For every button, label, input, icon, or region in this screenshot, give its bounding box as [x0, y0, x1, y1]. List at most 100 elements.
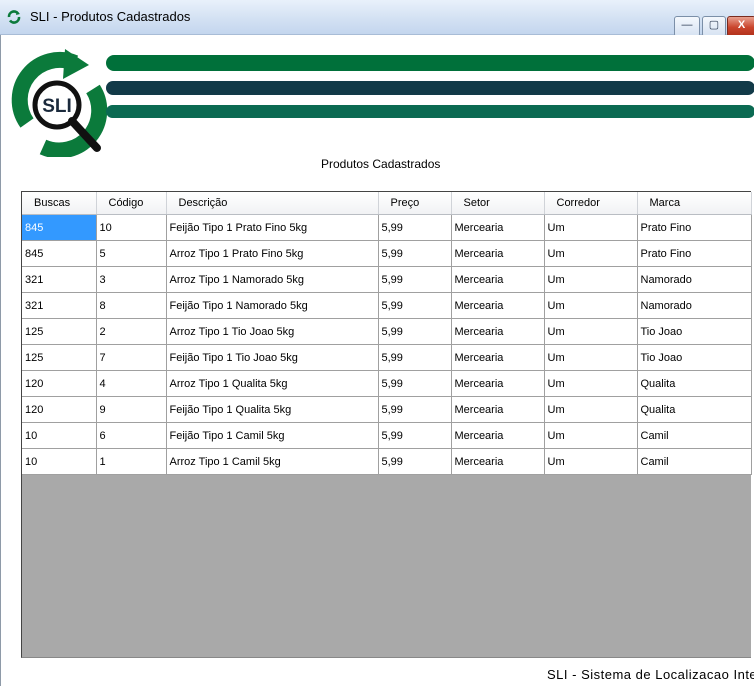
column-header-marca[interactable]: Marca: [637, 192, 752, 215]
column-header-buscas[interactable]: Buscas: [22, 192, 97, 215]
cell-descricao[interactable]: Arroz Tipo 1 Qualita 5kg: [166, 370, 379, 397]
cell-corredor[interactable]: Um: [544, 240, 638, 267]
cell-preco[interactable]: 5,99: [378, 396, 452, 423]
cell-corredor[interactable]: Um: [544, 396, 638, 423]
cell-preco[interactable]: 5,99: [378, 214, 452, 241]
cell-codigo[interactable]: 8: [96, 292, 167, 319]
column-header-preco[interactable]: Preço: [378, 192, 452, 215]
client-area: SLI Produtos Cadastrados Buscas Código Des…: [0, 35, 754, 686]
cell-corredor[interactable]: Um: [544, 266, 638, 293]
cell-codigo[interactable]: 3: [96, 266, 167, 293]
cell-setor[interactable]: Mercearia: [451, 292, 545, 319]
cell-corredor[interactable]: Um: [544, 422, 638, 449]
column-header-setor[interactable]: Setor: [451, 192, 545, 215]
cell-preco[interactable]: 5,99: [378, 266, 452, 293]
sli-logo: SLI: [11, 49, 108, 157]
cell-marca[interactable]: Namorado: [637, 292, 752, 319]
cell-buscas[interactable]: 321: [22, 266, 97, 293]
close-button[interactable]: X: [727, 16, 754, 37]
column-header-codigo[interactable]: Código: [96, 192, 167, 215]
cell-buscas[interactable]: 10: [22, 448, 97, 475]
cell-setor[interactable]: Mercearia: [451, 266, 545, 293]
table-row[interactable]: 125 2 Arroz Tipo 1 Tio Joao 5kg 5,99 Mercear…: [22, 318, 752, 345]
cell-corredor[interactable]: Um: [544, 344, 638, 371]
cell-setor[interactable]: Mercearia: [451, 344, 545, 371]
cell-marca[interactable]: Prato Fino: [637, 214, 752, 241]
cell-setor[interactable]: Mercearia: [451, 370, 545, 397]
cell-marca[interactable]: Tio Joao: [637, 318, 752, 345]
table-row[interactable]: 120 4 Arroz Tipo 1 Qualita 5kg 5,99 Merceari…: [22, 370, 752, 397]
cell-codigo[interactable]: 9: [96, 396, 167, 423]
maximize-icon: ▢: [708, 19, 720, 31]
cell-marca[interactable]: Qualita: [637, 396, 752, 423]
cell-descricao[interactable]: Feijão Tipo 1 Qualita 5kg: [166, 396, 379, 423]
cell-descricao[interactable]: Arroz Tipo 1 Prato Fino 5kg: [166, 240, 379, 267]
cell-marca[interactable]: Tio Joao: [637, 344, 752, 371]
table-row[interactable]: 10 1 Arroz Tipo 1 Camil 5kg 5,99 Mercearia Um…: [22, 448, 752, 475]
cell-descricao[interactable]: Arroz Tipo 1 Namorado 5kg: [166, 266, 379, 293]
cell-codigo[interactable]: 1: [96, 448, 167, 475]
title-bar[interactable]: SLI - Produtos Cadastrados — ▢ X: [0, 0, 754, 37]
cell-corredor[interactable]: Um: [544, 318, 638, 345]
cell-buscas[interactable]: 120: [22, 396, 97, 423]
minimize-button[interactable]: —: [674, 16, 700, 37]
column-header-corredor[interactable]: Corredor: [544, 192, 638, 215]
cell-descricao[interactable]: Arroz Tipo 1 Camil 5kg: [166, 448, 379, 475]
products-table: Buscas Código Descrição Preço Setor Corredor M…: [22, 192, 752, 475]
cell-preco[interactable]: 5,99: [378, 292, 452, 319]
app-window: SLI - Produtos Cadastrados — ▢ X SLI Pro…: [0, 0, 754, 686]
table-row[interactable]: 321 8 Feijão Tipo 1 Namorado 5kg 5,99 Mercea…: [22, 292, 752, 319]
table-row[interactable]: 120 9 Feijão Tipo 1 Qualita 5kg 5,99 Mercear…: [22, 396, 752, 423]
table-row[interactable]: 845 10 Feijão Tipo 1 Prato Fino 5kg 5,99 Mer…: [22, 214, 752, 241]
cell-marca[interactable]: Prato Fino: [637, 240, 752, 267]
maximize-button[interactable]: ▢: [702, 16, 726, 37]
cell-codigo[interactable]: 10: [96, 214, 167, 241]
cell-descricao[interactable]: Feijão Tipo 1 Tio Joao 5kg: [166, 344, 379, 371]
table-row[interactable]: 10 6 Feijão Tipo 1 Camil 5kg 5,99 Mercearia U…: [22, 422, 752, 449]
cell-preco[interactable]: 5,99: [378, 370, 452, 397]
cell-setor[interactable]: Mercearia: [451, 318, 545, 345]
products-grid[interactable]: Buscas Código Descrição Preço Setor Corredor M…: [21, 191, 752, 658]
cell-descricao[interactable]: Feijão Tipo 1 Namorado 5kg: [166, 292, 379, 319]
table-row[interactable]: 321 3 Arroz Tipo 1 Namorado 5kg 5,99 Mercear…: [22, 266, 752, 293]
cell-marca[interactable]: Camil: [637, 422, 752, 449]
cell-setor[interactable]: Mercearia: [451, 448, 545, 475]
window-title: SLI - Produtos Cadastrados: [30, 9, 191, 24]
cell-setor[interactable]: Mercearia: [451, 396, 545, 423]
cell-preco[interactable]: 5,99: [378, 318, 452, 345]
table-row[interactable]: 125 7 Feijão Tipo 1 Tio Joao 5kg 5,99 Mercea…: [22, 344, 752, 371]
cell-preco[interactable]: 5,99: [378, 240, 452, 267]
cell-corredor[interactable]: Um: [544, 448, 638, 475]
cell-preco[interactable]: 5,99: [378, 448, 452, 475]
app-icon: [7, 10, 21, 24]
cell-setor[interactable]: Mercearia: [451, 240, 545, 267]
cell-buscas[interactable]: 845: [22, 214, 97, 241]
cell-buscas[interactable]: 845: [22, 240, 97, 267]
cell-buscas[interactable]: 10: [22, 422, 97, 449]
cell-descricao[interactable]: Feijão Tipo 1 Camil 5kg: [166, 422, 379, 449]
cell-corredor[interactable]: Um: [544, 292, 638, 319]
cell-buscas[interactable]: 125: [22, 344, 97, 371]
cell-preco[interactable]: 5,99: [378, 422, 452, 449]
cell-marca[interactable]: Namorado: [637, 266, 752, 293]
table-row[interactable]: 845 5 Arroz Tipo 1 Prato Fino 5kg 5,99 Merce…: [22, 240, 752, 267]
cell-descricao[interactable]: Feijão Tipo 1 Prato Fino 5kg: [166, 214, 379, 241]
cell-corredor[interactable]: Um: [544, 370, 638, 397]
cell-codigo[interactable]: 2: [96, 318, 167, 345]
cell-codigo[interactable]: 7: [96, 344, 167, 371]
cell-codigo[interactable]: 4: [96, 370, 167, 397]
cell-codigo[interactable]: 5: [96, 240, 167, 267]
cell-setor[interactable]: Mercearia: [451, 214, 545, 241]
cell-marca[interactable]: Camil: [637, 448, 752, 475]
logo-text: SLI: [42, 96, 72, 117]
cell-buscas[interactable]: 125: [22, 318, 97, 345]
cell-marca[interactable]: Qualita: [637, 370, 752, 397]
cell-preco[interactable]: 5,99: [378, 344, 452, 371]
cell-corredor[interactable]: Um: [544, 214, 638, 241]
cell-descricao[interactable]: Arroz Tipo 1 Tio Joao 5kg: [166, 318, 379, 345]
cell-codigo[interactable]: 6: [96, 422, 167, 449]
cell-buscas[interactable]: 321: [22, 292, 97, 319]
cell-buscas[interactable]: 120: [22, 370, 97, 397]
column-header-descricao[interactable]: Descrição: [166, 192, 379, 215]
cell-setor[interactable]: Mercearia: [451, 422, 545, 449]
